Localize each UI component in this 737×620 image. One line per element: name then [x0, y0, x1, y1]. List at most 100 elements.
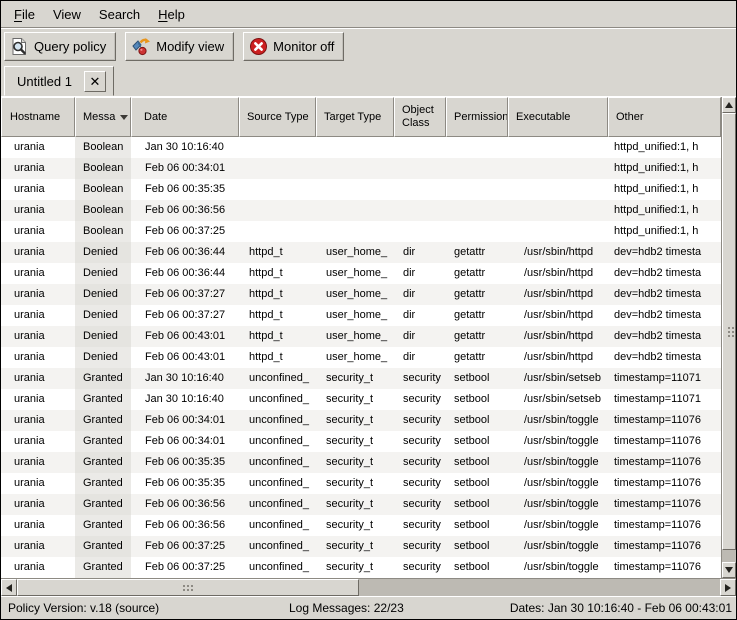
scroll-up-button[interactable] [722, 97, 736, 113]
monitor-off-label: Monitor off [273, 39, 334, 54]
table-cell: Feb 06 00:37:25 [131, 221, 239, 242]
table-cell: security [394, 557, 446, 578]
table-cell: urania [1, 179, 75, 200]
table-cell: setbool [446, 431, 508, 452]
table-cell: httpd_unified:1, h [608, 200, 721, 221]
table-row[interactable]: uraniaBooleanFeb 06 00:37:25httpd_unifie… [1, 221, 721, 242]
table-row[interactable]: uraniaGrantedJan 30 10:16:40unconfined_s… [1, 389, 721, 410]
table-row[interactable]: uraniaGrantedFeb 06 00:36:56unconfined_s… [1, 494, 721, 515]
table-cell: Granted [75, 389, 131, 410]
table-cell [239, 158, 316, 179]
table-cell: Granted [75, 431, 131, 452]
tab-untitled-1[interactable]: Untitled 1 ✕ [4, 66, 114, 96]
table-cell: Granted [75, 452, 131, 473]
table-cell: Feb 06 00:35:35 [131, 452, 239, 473]
table-cell: Denied [75, 347, 131, 368]
monitor-off-button[interactable]: Monitor off [243, 32, 344, 61]
table-row[interactable]: uraniaDeniedFeb 06 00:36:44httpd_tuser_h… [1, 263, 721, 284]
table-cell: security_t [316, 515, 394, 536]
table-cell [446, 158, 508, 179]
table-row[interactable]: uraniaDeniedFeb 06 00:36:44httpd_tuser_h… [1, 242, 721, 263]
table-cell: urania [1, 515, 75, 536]
column-header-hostname[interactable]: Hostname [1, 97, 75, 137]
table-cell: dir [394, 242, 446, 263]
table-row[interactable]: uraniaGrantedFeb 06 00:37:25unconfined_s… [1, 536, 721, 557]
table-cell: /usr/sbin/httpd [508, 347, 608, 368]
vertical-scrollbar[interactable] [721, 97, 736, 578]
log-view: Hostname Messa Date Source Type Target T… [1, 96, 736, 578]
table-row[interactable]: uraniaBooleanFeb 06 00:35:35httpd_unifie… [1, 179, 721, 200]
table-row[interactable]: uraniaGrantedFeb 06 00:34:01unconfined_s… [1, 431, 721, 452]
table-row[interactable]: uraniaDeniedFeb 06 00:37:27httpd_tuser_h… [1, 305, 721, 326]
table-cell: Denied [75, 326, 131, 347]
table-row[interactable]: uraniaGrantedFeb 06 00:35:35unconfined_s… [1, 452, 721, 473]
table-row[interactable]: uraniaBooleanFeb 06 00:36:56httpd_unifie… [1, 200, 721, 221]
vertical-scrollbar-trough[interactable] [722, 550, 736, 562]
horizontal-scrollbar-trough[interactable] [359, 579, 720, 596]
table-cell: urania [1, 263, 75, 284]
horizontal-scrollbar-thumb[interactable] [17, 579, 359, 596]
table-row[interactable]: uraniaDeniedFeb 06 00:43:01httpd_tuser_h… [1, 347, 721, 368]
column-header-source-type[interactable]: Source Type [239, 97, 316, 137]
query-policy-button[interactable]: Query policy [4, 32, 116, 61]
table-cell [239, 200, 316, 221]
menu-bar: FileViewSearchHelp [1, 1, 736, 28]
table-cell: urania [1, 536, 75, 557]
table-cell: unconfined_ [239, 515, 316, 536]
table-row[interactable]: uraniaGrantedFeb 06 00:37:25unconfined_s… [1, 557, 721, 578]
column-header-object-class[interactable]: Object Class [394, 97, 446, 137]
tab-close-button[interactable]: ✕ [84, 71, 106, 92]
table-cell: timestamp=11076 [608, 473, 721, 494]
query-policy-label: Query policy [34, 39, 106, 54]
table-row[interactable]: uraniaDeniedFeb 06 00:43:01httpd_tuser_h… [1, 326, 721, 347]
table-cell: /usr/sbin/toggle [508, 452, 608, 473]
table-cell: urania [1, 473, 75, 494]
table-row[interactable]: uraniaBooleanFeb 06 00:34:01httpd_unifie… [1, 158, 721, 179]
table-cell: urania [1, 452, 75, 473]
table-row[interactable]: uraniaGrantedFeb 06 00:34:01unconfined_s… [1, 410, 721, 431]
table-cell: user_home_ [316, 326, 394, 347]
table-cell: /usr/sbin/httpd [508, 284, 608, 305]
modify-view-button[interactable]: Modify view [125, 32, 234, 61]
menu-item-help[interactable]: Help [149, 3, 194, 26]
table-row[interactable]: uraniaBooleanJan 30 10:16:40httpd_unifie… [1, 137, 721, 158]
table-row[interactable]: uraniaGrantedFeb 06 00:35:35unconfined_s… [1, 473, 721, 494]
table-cell: user_home_ [316, 242, 394, 263]
query-policy-icon [10, 37, 29, 56]
scroll-left-button[interactable] [1, 579, 17, 596]
table-row[interactable]: uraniaGrantedJan 30 10:16:40unconfined_s… [1, 368, 721, 389]
column-header-executable[interactable]: Executable [508, 97, 608, 137]
table-cell: security_t [316, 368, 394, 389]
table-cell: getattr [446, 284, 508, 305]
sort-desc-icon [120, 115, 128, 120]
menu-item-view[interactable]: View [44, 3, 90, 26]
column-header-target-type[interactable]: Target Type [316, 97, 394, 137]
column-header-other[interactable]: Other [608, 97, 721, 137]
table-cell: unconfined_ [239, 368, 316, 389]
table-cell: security [394, 410, 446, 431]
horizontal-scrollbar[interactable] [1, 578, 736, 596]
log-messages-status: Log Messages: 22/23 [284, 601, 489, 615]
table-cell [316, 158, 394, 179]
column-header-permission[interactable]: Permission [446, 97, 508, 137]
close-icon: ✕ [89, 75, 100, 88]
table-row[interactable]: uraniaDeniedFeb 06 00:37:27httpd_tuser_h… [1, 284, 721, 305]
table-cell: Feb 06 00:36:44 [131, 263, 239, 284]
vertical-scrollbar-thumb[interactable] [722, 113, 736, 550]
table-cell: urania [1, 284, 75, 305]
table-cell: httpd_unified:1, h [608, 158, 721, 179]
table-cell: urania [1, 557, 75, 578]
column-header-message[interactable]: Messa [75, 97, 131, 137]
menu-item-search[interactable]: Search [90, 3, 149, 26]
scroll-right-button[interactable] [720, 579, 736, 596]
column-header-date[interactable]: Date [131, 97, 239, 137]
table-row[interactable]: uraniaGrantedFeb 06 00:36:56unconfined_s… [1, 515, 721, 536]
table-cell: unconfined_ [239, 410, 316, 431]
table-cell: timestamp=11071 [608, 368, 721, 389]
table-cell: Feb 06 00:34:01 [131, 431, 239, 452]
table-cell: Jan 30 10:16:40 [131, 368, 239, 389]
table-cell: unconfined_ [239, 431, 316, 452]
scroll-down-button[interactable] [722, 562, 736, 578]
policy-version-status: Policy Version: v.18 (source) [1, 601, 284, 615]
menu-item-file[interactable]: File [5, 3, 44, 26]
